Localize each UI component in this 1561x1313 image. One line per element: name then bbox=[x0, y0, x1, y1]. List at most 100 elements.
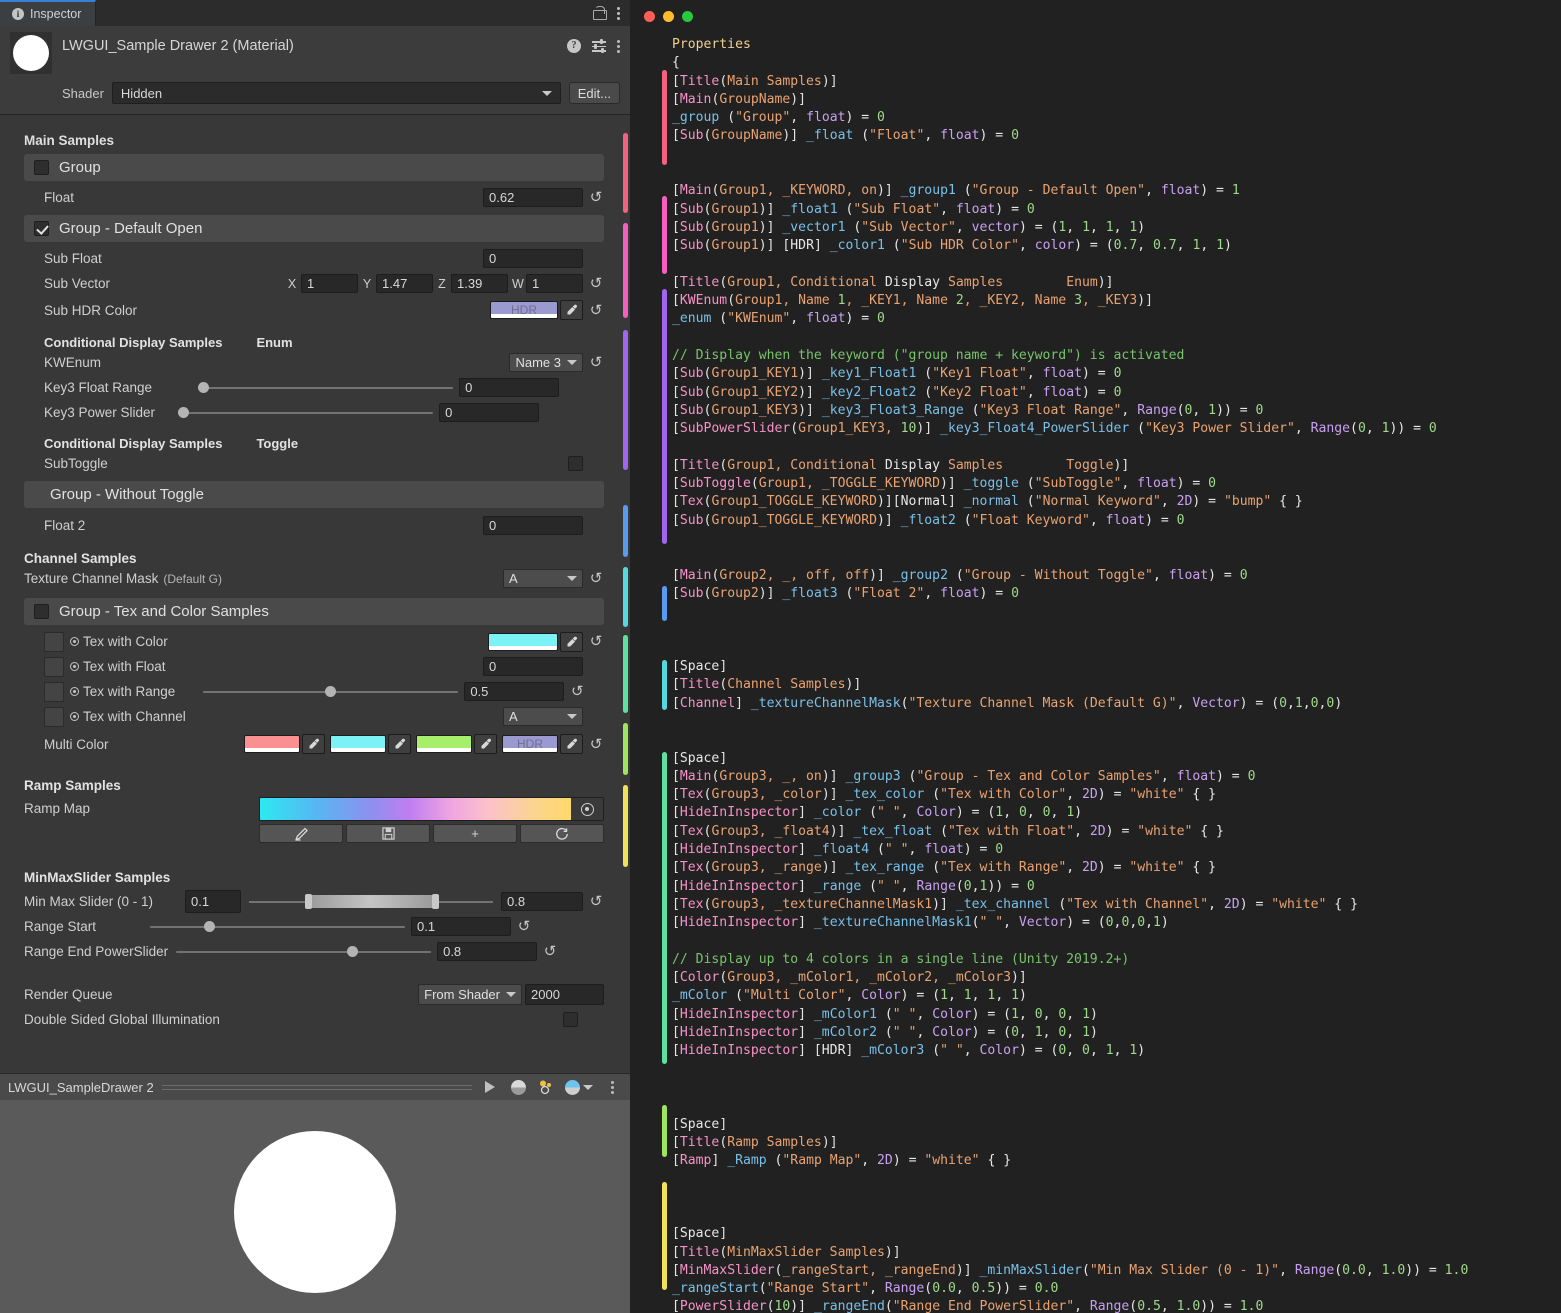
kebab-icon[interactable] bbox=[617, 6, 620, 20]
slider-handle-min[interactable] bbox=[305, 894, 313, 909]
vector-x-input[interactable]: 1 bbox=[301, 274, 358, 293]
multi-color-swatch-3[interactable] bbox=[416, 735, 472, 753]
preset-icon[interactable] bbox=[592, 39, 606, 53]
revert-icon[interactable]: ↺ bbox=[516, 919, 532, 934]
slider-knob[interactable] bbox=[346, 946, 358, 957]
float2-input[interactable]: 0 bbox=[483, 516, 583, 535]
tab-inspector[interactable]: i Inspector bbox=[0, 0, 97, 26]
key3-power-slider-slider[interactable] bbox=[178, 403, 434, 422]
group-header-without-toggle[interactable]: Group - Without Toggle bbox=[24, 481, 604, 508]
maximize-button[interactable] bbox=[682, 11, 693, 22]
group-default-open-checkbox[interactable] bbox=[34, 221, 49, 236]
tex-with-color-swatch[interactable] bbox=[488, 632, 558, 651]
shader-dropdown[interactable]: Hidden bbox=[111, 82, 561, 104]
float-input[interactable]: 0.62 bbox=[483, 188, 583, 207]
chevron-down-icon bbox=[567, 714, 577, 719]
render-mode-icon[interactable] bbox=[564, 1079, 594, 1095]
slider-knob[interactable] bbox=[178, 407, 190, 418]
range-start-input[interactable]: 0.1 bbox=[411, 917, 512, 936]
eyedropper-icon[interactable] bbox=[474, 734, 497, 754]
revert-icon[interactable]: ↺ bbox=[588, 634, 604, 649]
shader-properties-code[interactable]: Properties{[Title(Main Samples)] [Main(Gr… bbox=[630, 22, 1561, 1313]
sub-hdr-color-swatch[interactable]: HDR bbox=[490, 301, 558, 319]
sub-float-input[interactable]: 0 bbox=[483, 249, 583, 268]
multi-color-swatch-1[interactable] bbox=[244, 735, 300, 753]
eyedropper-icon[interactable] bbox=[560, 734, 583, 754]
subtoggle-checkbox[interactable] bbox=[568, 456, 583, 471]
revert-icon[interactable]: ↺ bbox=[588, 571, 604, 586]
range-end-slider[interactable] bbox=[176, 942, 432, 961]
vector-z-input[interactable]: 1.39 bbox=[451, 274, 508, 293]
eyedropper-icon[interactable] bbox=[388, 734, 411, 754]
multi-color-swatch-2[interactable] bbox=[330, 735, 386, 753]
group-tex-color-checkbox[interactable] bbox=[34, 604, 49, 619]
multi-color-swatch-4[interactable]: HDR bbox=[502, 735, 558, 753]
lighting-icon[interactable] bbox=[536, 1079, 556, 1095]
render-queue-input[interactable]: 2000 bbox=[525, 984, 604, 1005]
code-token: ( bbox=[1018, 476, 1035, 492]
key3-float-range-input[interactable]: 0 bbox=[459, 378, 560, 397]
key3-float-range-slider[interactable] bbox=[198, 378, 454, 397]
radio-icon[interactable] bbox=[70, 687, 79, 696]
ramp-save-button[interactable] bbox=[346, 824, 430, 843]
revert-icon[interactable]: ↺ bbox=[588, 737, 604, 752]
radio-icon[interactable] bbox=[70, 637, 79, 646]
group-header-tex-color[interactable]: Group - Tex and Color Samples bbox=[24, 598, 604, 625]
revert-icon[interactable]: ↺ bbox=[588, 190, 604, 205]
revert-icon[interactable]: ↺ bbox=[542, 944, 558, 959]
ramp-refresh-button[interactable] bbox=[520, 824, 604, 843]
ramp-add-button[interactable]: + bbox=[433, 824, 517, 843]
vector-y-input[interactable]: 1.47 bbox=[376, 274, 433, 293]
group-header-default-open[interactable]: Group - Default Open bbox=[24, 215, 604, 242]
revert-icon[interactable]: ↺ bbox=[588, 276, 604, 291]
slider-knob[interactable] bbox=[203, 921, 215, 932]
revert-icon[interactable]: ↺ bbox=[588, 303, 604, 318]
ramp-edit-button[interactable] bbox=[259, 824, 343, 843]
close-button[interactable] bbox=[644, 11, 655, 22]
min-max-slider[interactable] bbox=[249, 892, 493, 911]
edit-shader-button[interactable]: Edit... bbox=[568, 82, 620, 104]
help-icon[interactable]: ? bbox=[567, 39, 581, 53]
lock-icon[interactable] bbox=[593, 6, 607, 20]
slider-handle-max[interactable] bbox=[432, 894, 439, 909]
ramp-picker-button[interactable] bbox=[571, 798, 603, 820]
eyedropper-icon[interactable] bbox=[560, 631, 583, 652]
tex-with-channel-dropdown[interactable]: A bbox=[503, 707, 583, 726]
material-kebab-icon[interactable] bbox=[617, 39, 620, 53]
slider-knob[interactable] bbox=[198, 382, 210, 393]
min-max-low-input[interactable]: 0.1 bbox=[185, 890, 242, 913]
play-icon[interactable] bbox=[480, 1081, 500, 1093]
vector-w-input[interactable]: 1 bbox=[526, 274, 583, 293]
texture-slot[interactable] bbox=[44, 631, 64, 652]
range-end-input[interactable]: 0.8 bbox=[437, 942, 538, 961]
revert-icon[interactable]: ↺ bbox=[588, 894, 604, 909]
texture-slot[interactable] bbox=[44, 681, 64, 702]
group-header-group[interactable]: Group bbox=[24, 154, 604, 181]
preview-kebab-icon[interactable] bbox=[602, 1080, 622, 1094]
tex-with-range-slider[interactable] bbox=[203, 682, 459, 701]
texture-slot[interactable] bbox=[44, 656, 64, 677]
key3-power-slider-input[interactable]: 0 bbox=[439, 403, 540, 422]
preview-viewport[interactable] bbox=[0, 1100, 630, 1313]
revert-icon-placeholder: ↺ bbox=[588, 659, 604, 674]
texture-channel-mask-dropdown[interactable]: A bbox=[503, 569, 583, 588]
revert-icon[interactable]: ↺ bbox=[569, 684, 585, 699]
slider-knob[interactable] bbox=[325, 686, 337, 697]
render-queue-dropdown[interactable]: From Shader bbox=[418, 984, 522, 1005]
double-sided-gi-checkbox[interactable] bbox=[563, 1012, 578, 1027]
tex-with-range-input[interactable]: 0.5 bbox=[464, 682, 565, 701]
min-max-high-input[interactable]: 0.8 bbox=[501, 892, 583, 911]
range-start-slider[interactable] bbox=[150, 917, 406, 936]
sphere-icon[interactable] bbox=[508, 1079, 528, 1095]
minimize-button[interactable] bbox=[663, 11, 674, 22]
texture-slot[interactable] bbox=[44, 706, 64, 727]
ramp-preview[interactable] bbox=[259, 797, 604, 821]
tex-with-float-input[interactable]: 0 bbox=[483, 657, 583, 676]
revert-icon[interactable]: ↺ bbox=[588, 355, 604, 370]
kwenum-dropdown[interactable]: Name 3 bbox=[509, 353, 583, 372]
radio-icon[interactable] bbox=[70, 662, 79, 671]
radio-icon[interactable] bbox=[70, 712, 79, 721]
eyedropper-icon[interactable] bbox=[302, 734, 325, 754]
group-checkbox[interactable] bbox=[34, 160, 49, 175]
eyedropper-icon[interactable] bbox=[560, 300, 583, 320]
